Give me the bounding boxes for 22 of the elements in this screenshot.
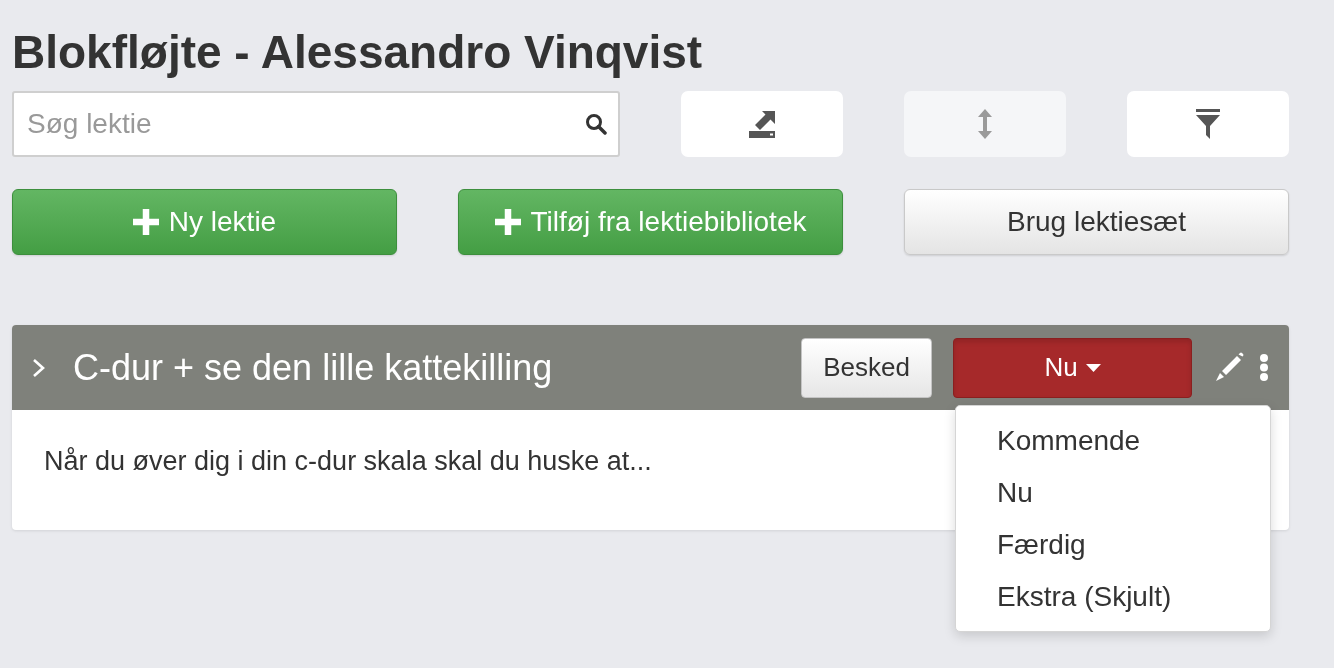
status-dropdown-button[interactable]: Nu — [953, 337, 1192, 398]
lesson-description: Når du øver dig i din c-dur skala skal du huske at... — [44, 446, 652, 477]
vertical-arrows-icon — [978, 109, 992, 139]
search-field[interactable]: Søg lektie — [12, 91, 620, 157]
tray-arrow-icon — [748, 110, 776, 138]
menu-item[interactable]: Færdig — [956, 518, 1270, 571]
message-button[interactable]: Besked — [801, 337, 932, 398]
page-title: Blokfløjte - Alessandro Vinqvist — [12, 27, 703, 77]
menu-item[interactable]: Nu — [956, 466, 1270, 519]
menu-item[interactable]: Ekstra (Skjult) — [956, 570, 1270, 623]
plus-icon — [494, 209, 521, 235]
plus-icon — [132, 209, 159, 235]
menu-item[interactable]: Kommende — [956, 414, 1270, 467]
pencil-icon[interactable] — [1213, 352, 1244, 383]
action-button[interactable]: Brug lektiesæt — [904, 189, 1289, 255]
more-vertical-icon[interactable] — [1259, 354, 1269, 381]
toolbar-button[interactable] — [681, 91, 843, 157]
search-icon — [585, 113, 607, 135]
toolbar-button[interactable] — [1127, 91, 1289, 157]
lesson-title: C-dur + se den lille kattekilling — [73, 346, 553, 389]
filter-icon — [1196, 109, 1220, 139]
caret-icon — [1085, 363, 1101, 372]
